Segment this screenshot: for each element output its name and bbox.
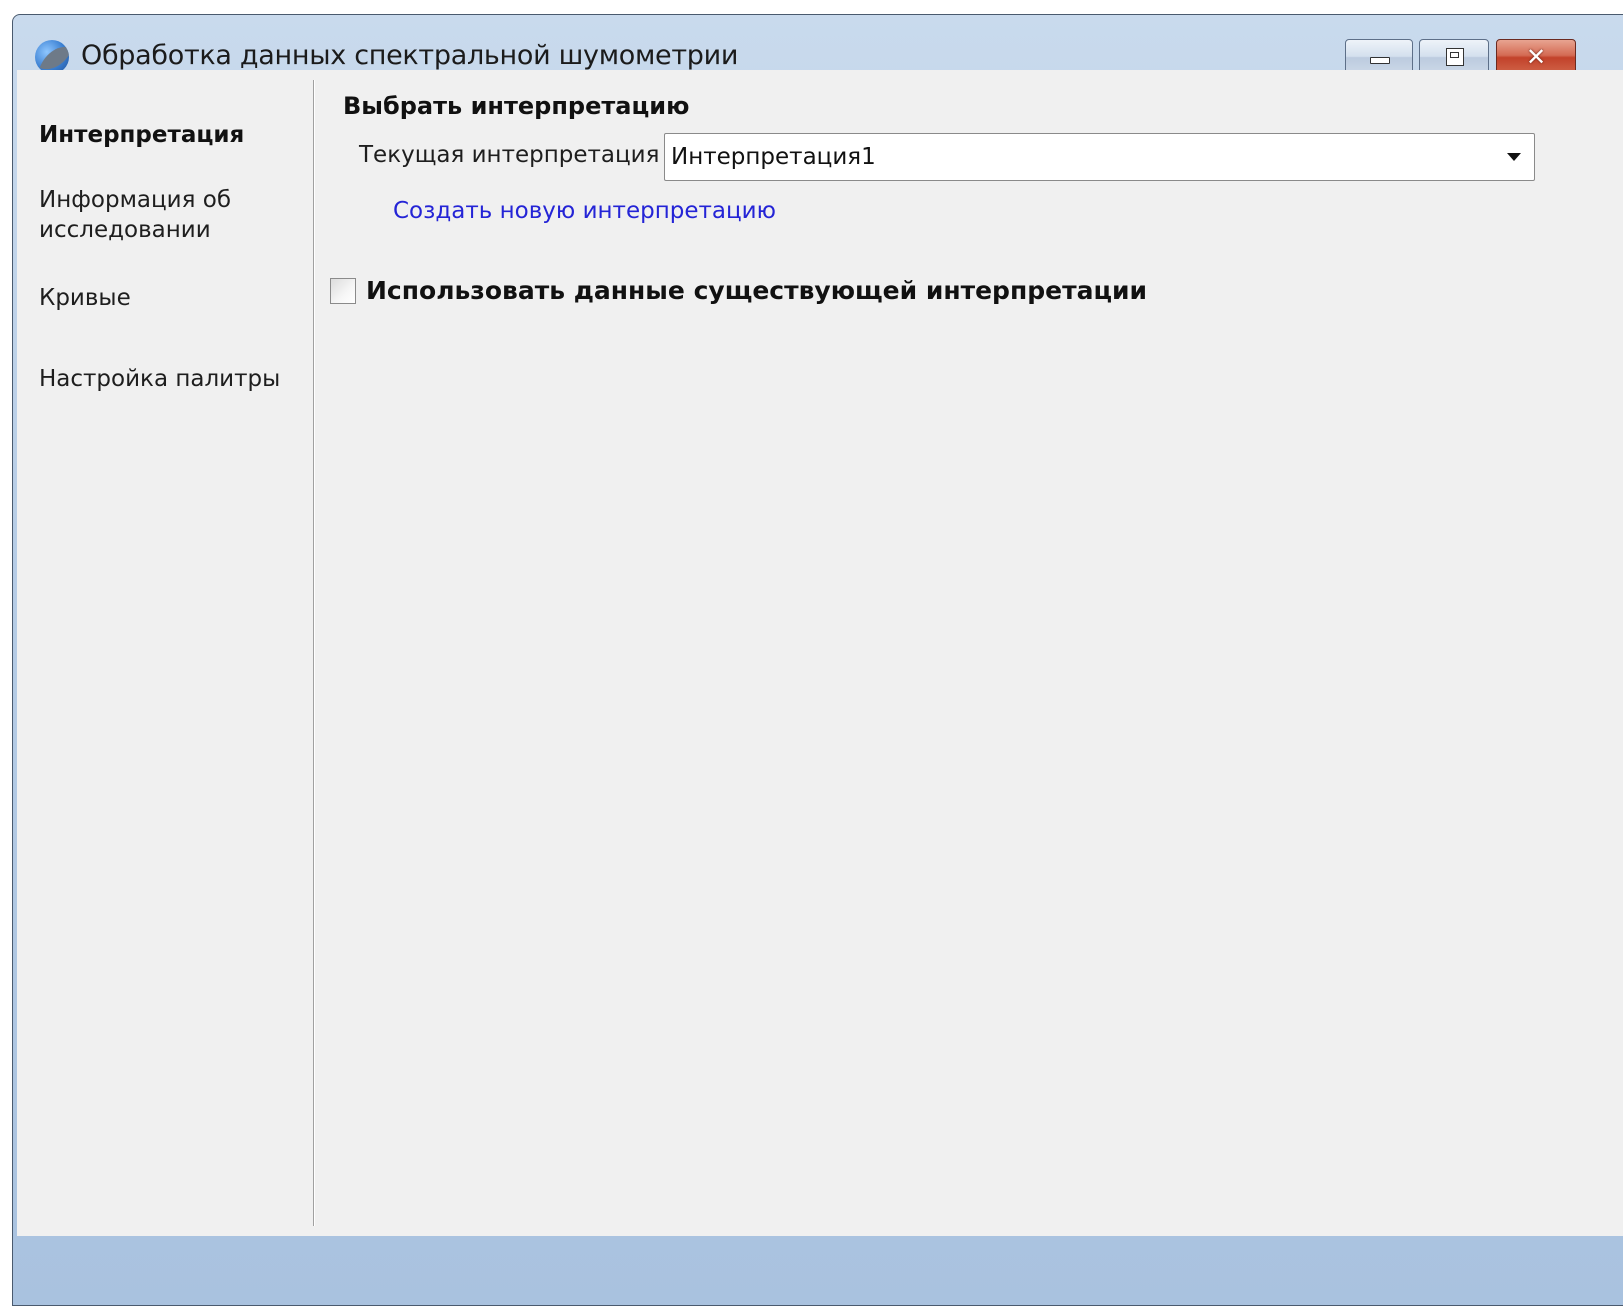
window-title: Обработка данных спектральной шумометрии [81,40,739,71]
create-interpretation-link[interactable]: Создать новую интерпретацию [393,198,776,224]
use-existing-checkbox[interactable] [330,278,356,304]
sidebar-item-study-info[interactable]: Информация об исследовании [39,185,269,245]
current-interpretation-select[interactable]: Интерпретация1 [664,133,1535,181]
use-existing-label[interactable]: Использовать данные существующей интерпр… [366,276,1147,305]
chevron-down-icon[interactable] [1494,134,1534,180]
sidebar-item-palette-settings[interactable]: Настройка палитры [39,364,299,394]
minimize-icon [1370,57,1390,64]
maximize-icon [1446,48,1464,66]
app-logo-icon [35,40,69,74]
current-interpretation-label: Текущая интерпретация [359,142,660,168]
sidebar-item-interpretation[interactable]: Интерпретация [39,120,299,150]
sidebar-item-curves[interactable]: Кривые [39,283,299,313]
client-area: Интерпретация Информация об исследовании… [17,70,1623,1236]
current-interpretation-value: Интерпретация1 [671,144,876,170]
section-title: Выбрать интерпретацию [343,92,690,120]
close-icon: ✕ [1525,43,1547,71]
sidebar-divider [313,80,315,1226]
sidebar: Интерпретация Информация об исследовании… [17,70,313,1222]
